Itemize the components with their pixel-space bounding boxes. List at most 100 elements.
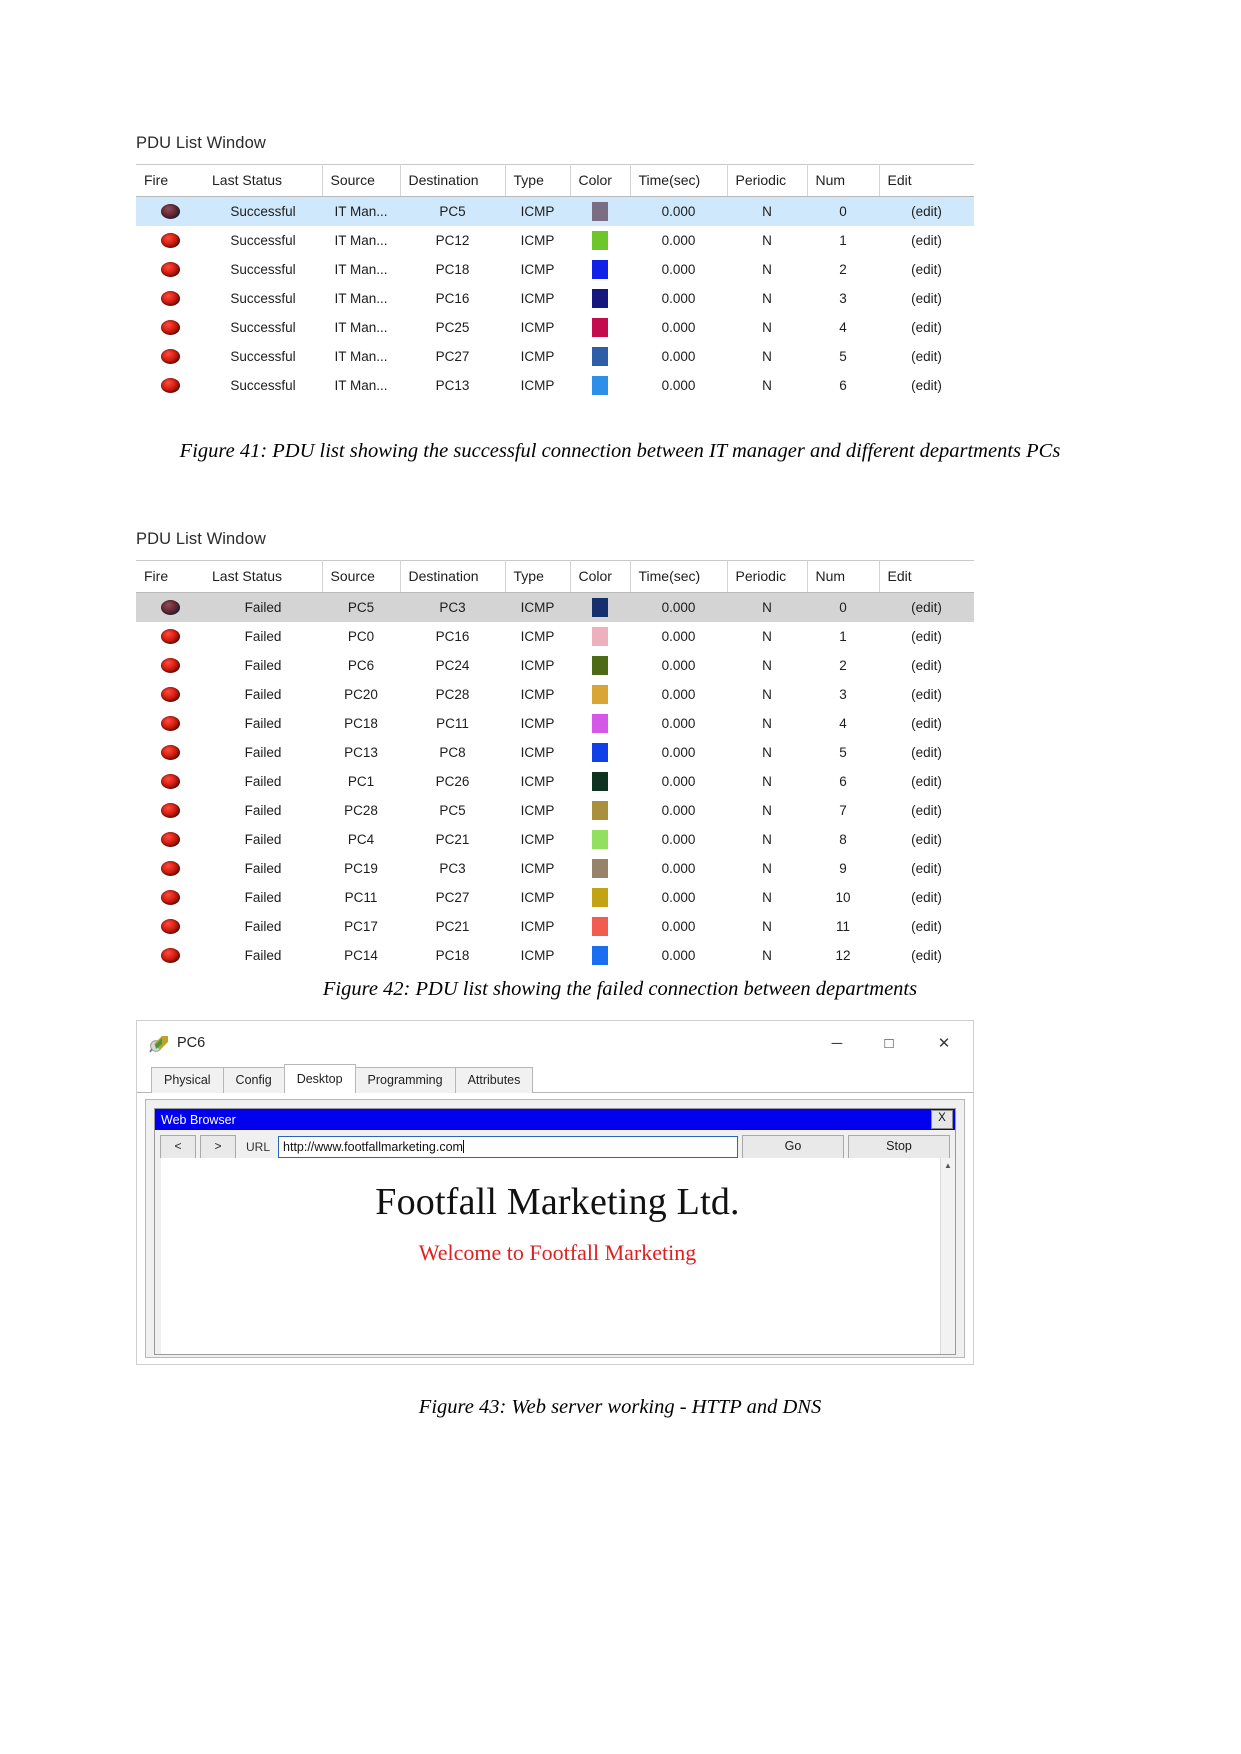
cell-fire[interactable] (136, 767, 204, 796)
cell-fire[interactable] (136, 622, 204, 651)
table-row[interactable]: Failed PC28 PC5 ICMP 0.000 N 7 (edit) (136, 796, 974, 825)
cell-edit[interactable]: (edit) (879, 592, 974, 622)
cell-edit[interactable]: (edit) (879, 622, 974, 651)
table-row[interactable]: Failed PC18 PC11 ICMP 0.000 N 4 (edit) (136, 709, 974, 738)
cell-fire[interactable] (136, 680, 204, 709)
column-header-last-status[interactable]: Last Status (204, 560, 323, 593)
column-header-source[interactable]: Source (322, 560, 401, 593)
fire-led-button[interactable] (160, 349, 180, 365)
cell-edit[interactable]: (edit) (879, 651, 974, 680)
table-row[interactable]: Failed PC4 PC21 ICMP 0.000 N 8 (edit) (136, 825, 974, 854)
cell-edit[interactable]: (edit) (879, 226, 974, 255)
cell-fire[interactable] (136, 738, 204, 767)
column-header-edit[interactable]: Edit (879, 560, 974, 593)
table-row[interactable]: Successful IT Man... PC12 ICMP 0.000 N 1 (edit) (136, 226, 974, 255)
fire-led-button[interactable] (160, 233, 180, 249)
cell-fire[interactable] (136, 592, 204, 622)
cell-fire[interactable] (136, 226, 204, 255)
tab-config[interactable]: Config (222, 1067, 285, 1093)
cell-edit[interactable]: (edit) (879, 680, 974, 709)
cell-fire[interactable] (136, 796, 204, 825)
cell-edit[interactable]: (edit) (879, 796, 974, 825)
column-header-time-sec[interactable]: Time(sec) (630, 164, 728, 197)
table-row[interactable]: Successful IT Man... PC5 ICMP 0.000 N 0 (edit) (136, 196, 974, 226)
cell-edit[interactable]: (edit) (879, 767, 974, 796)
fire-led-button[interactable] (160, 832, 180, 848)
tab-physical[interactable]: Physical (151, 1067, 224, 1093)
fire-led-button[interactable] (160, 716, 180, 732)
column-header-periodic[interactable]: Periodic (727, 164, 808, 197)
scroll-up-arrow-icon[interactable]: ▲ (941, 1158, 955, 1173)
cell-fire[interactable] (136, 313, 204, 342)
fire-led-button[interactable] (160, 687, 180, 703)
fire-led-button[interactable] (160, 262, 180, 278)
cell-fire[interactable] (136, 196, 204, 226)
table-row[interactable]: Successful IT Man... PC25 ICMP 0.000 N 4 (edit) (136, 313, 974, 342)
fire-led-button[interactable] (160, 629, 180, 645)
column-header-fire[interactable]: Fire (136, 560, 204, 593)
tab-attributes[interactable]: Attributes (454, 1067, 534, 1093)
maximize-button[interactable]: □ (863, 1021, 915, 1065)
column-header-color[interactable]: Color (570, 164, 631, 197)
column-header-edit[interactable]: Edit (879, 164, 974, 197)
fire-led-button[interactable] (160, 658, 180, 674)
fire-led-button[interactable] (160, 919, 180, 935)
fire-led-button[interactable] (160, 861, 180, 877)
cell-edit[interactable]: (edit) (879, 854, 974, 883)
back-button[interactable]: < (160, 1135, 196, 1159)
fire-led-button[interactable] (160, 378, 180, 394)
fire-led-button[interactable] (160, 204, 180, 220)
cell-fire[interactable] (136, 854, 204, 883)
url-input[interactable]: http://www.footfallmarketing.com (278, 1136, 738, 1158)
table-row[interactable]: Successful IT Man... PC27 ICMP 0.000 N 5 (edit) (136, 342, 974, 371)
column-header-destination[interactable]: Destination (400, 560, 506, 593)
stop-button[interactable]: Stop (848, 1135, 950, 1159)
fire-led-button[interactable] (160, 745, 180, 761)
table-row[interactable]: Successful IT Man... PC13 ICMP 0.000 N 6 (edit) (136, 371, 974, 400)
column-header-destination[interactable]: Destination (400, 164, 506, 197)
tab-programming[interactable]: Programming (354, 1067, 456, 1093)
cell-edit[interactable]: (edit) (879, 255, 974, 284)
web-browser-close-button[interactable]: X (931, 1110, 953, 1129)
cell-fire[interactable] (136, 371, 204, 400)
column-header-num[interactable]: Num (807, 164, 880, 197)
forward-button[interactable]: > (200, 1135, 236, 1159)
cell-fire[interactable] (136, 883, 204, 912)
cell-edit[interactable]: (edit) (879, 738, 974, 767)
cell-edit[interactable]: (edit) (879, 883, 974, 912)
cell-fire[interactable] (136, 342, 204, 371)
column-header-num[interactable]: Num (807, 560, 880, 593)
table-row[interactable]: Failed PC5 PC3 ICMP 0.000 N 0 (edit) (136, 592, 974, 622)
cell-edit[interactable]: (edit) (879, 941, 974, 970)
column-header-type[interactable]: Type (505, 560, 571, 593)
tab-desktop[interactable]: Desktop (283, 1064, 356, 1093)
table-row[interactable]: Failed PC13 PC8 ICMP 0.000 N 5 (edit) (136, 738, 974, 767)
cell-edit[interactable]: (edit) (879, 284, 974, 313)
column-header-last-status[interactable]: Last Status (204, 164, 323, 197)
table-row[interactable]: Failed PC1 PC26 ICMP 0.000 N 6 (edit) (136, 767, 974, 796)
fire-led-button[interactable] (160, 774, 180, 790)
cell-edit[interactable]: (edit) (879, 825, 974, 854)
column-header-periodic[interactable]: Periodic (727, 560, 808, 593)
column-header-type[interactable]: Type (505, 164, 571, 197)
cell-edit[interactable]: (edit) (879, 342, 974, 371)
fire-led-button[interactable] (160, 890, 180, 906)
column-header-time-sec[interactable]: Time(sec) (630, 560, 728, 593)
column-header-source[interactable]: Source (322, 164, 401, 197)
fire-led-button[interactable] (160, 320, 180, 336)
table-row[interactable]: Failed PC14 PC18 ICMP 0.000 N 12 (edit) (136, 941, 974, 970)
fire-led-button[interactable] (160, 803, 180, 819)
table-row[interactable]: Successful IT Man... PC16 ICMP 0.000 N 3 (edit) (136, 284, 974, 313)
cell-edit[interactable]: (edit) (879, 196, 974, 226)
cell-edit[interactable]: (edit) (879, 371, 974, 400)
minimize-button[interactable]: ─ (811, 1021, 863, 1065)
cell-edit[interactable]: (edit) (879, 912, 974, 941)
cell-fire[interactable] (136, 709, 204, 738)
table-row[interactable]: Failed PC20 PC28 ICMP 0.000 N 3 (edit) (136, 680, 974, 709)
fire-led-button[interactable] (160, 600, 180, 616)
table-row[interactable]: Successful IT Man... PC18 ICMP 0.000 N 2 (edit) (136, 255, 974, 284)
table-row[interactable]: Failed PC11 PC27 ICMP 0.000 N 10 (edit) (136, 883, 974, 912)
table-row[interactable]: Failed PC6 PC24 ICMP 0.000 N 2 (edit) (136, 651, 974, 680)
cell-fire[interactable] (136, 284, 204, 313)
cell-fire[interactable] (136, 255, 204, 284)
